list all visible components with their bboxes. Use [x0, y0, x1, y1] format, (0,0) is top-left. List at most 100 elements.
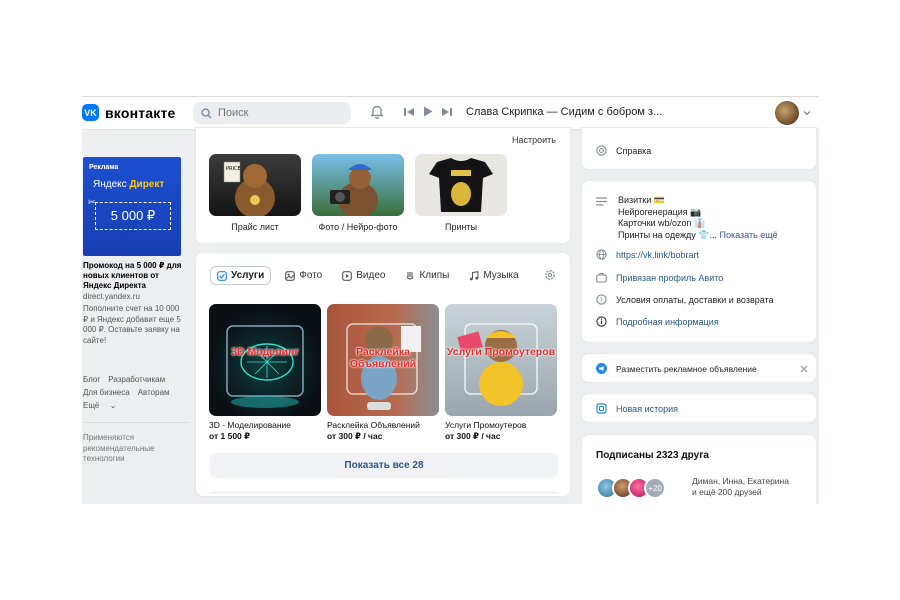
album-caption: Принты	[444, 222, 478, 232]
description-line: Визитки 💳	[618, 195, 665, 205]
footer-link-business[interactable]: Для бизнеса	[83, 388, 130, 397]
service-image: 3D Моделинг	[209, 304, 321, 416]
clip-icon	[407, 271, 414, 280]
next-icon[interactable]	[442, 107, 452, 117]
close-icon[interactable]	[800, 365, 808, 373]
new-story-label: Новая история	[616, 403, 679, 414]
service-price: от 300 ₽ / час	[327, 431, 383, 441]
service-item[interactable]: Расклейка Объявлений Расклейка Объявлени…	[327, 304, 439, 442]
story-icon	[596, 403, 607, 414]
footer-link-more[interactable]: Ещё ⌄	[83, 401, 116, 410]
service-overlay-text: Услуги Промоутеров	[446, 346, 556, 358]
service-image: Расклейка Объявлений	[327, 304, 439, 416]
search-input[interactable]	[218, 107, 348, 119]
video-icon	[342, 270, 353, 281]
ad-tag: Реклама	[89, 164, 119, 171]
tab-video[interactable]: Видео	[336, 267, 391, 284]
show-all-services-button[interactable]: Показать все 28	[210, 453, 558, 478]
vk-window: VK вконтакте Слава Скрипка — Сидим с боб…	[82, 96, 819, 504]
service-name: 3D - Моделирование	[209, 420, 292, 430]
left-sidebar: Реклама Яндекс Директ ✂ 5 000 ₽ Промокод…	[82, 130, 189, 504]
info-circle-icon	[596, 316, 607, 327]
tab-services[interactable]: Услуги	[210, 266, 272, 285]
album-caption: Фото / Нейро-фото	[318, 222, 398, 232]
place-ad-card[interactable]: Разместить рекламное объявление	[581, 353, 817, 383]
svg-text:PRICE: PRICE	[226, 166, 241, 172]
details-link[interactable]: Подробная информация	[596, 316, 719, 327]
play-icon[interactable]	[423, 106, 433, 117]
music-icon	[470, 270, 479, 280]
show-more-link[interactable]: Показать ещё	[720, 230, 778, 240]
service-name: Расклейка Объявлений	[327, 420, 420, 430]
tab-label: Видео	[356, 270, 386, 281]
description-line: Карточки wb/ozon 👔	[618, 218, 706, 228]
search-box[interactable]	[193, 102, 351, 124]
help-link[interactable]: Справка	[596, 145, 651, 156]
footer-link-blog[interactable]: Блог	[83, 375, 100, 384]
album-item[interactable]: Фото / Нейро-фото	[312, 154, 404, 232]
chevron-down-icon[interactable]	[803, 109, 811, 117]
content-tabs: Услуги Фото Видео Клипы Музыка	[210, 266, 525, 285]
vk-logo[interactable]: VK вконтакте	[82, 104, 176, 121]
details-label: Подробная информация	[616, 316, 719, 327]
bell-icon[interactable]	[370, 105, 384, 120]
info-card: Визитки 💳 Нейрогенерация 📷 Карточки wb/o…	[581, 180, 817, 343]
check-square-icon	[217, 270, 227, 281]
website-link[interactable]: https://vk.link/bobrart	[596, 249, 699, 260]
album-cover	[312, 154, 404, 216]
friends-title[interactable]: Подписаны 2323 друга	[596, 450, 709, 461]
divider	[210, 492, 558, 493]
vk-logo-icon: VK	[82, 104, 99, 121]
terms-link[interactable]: ? Условия оплаты, доставки и возврата	[596, 294, 774, 305]
tab-label: Услуги	[231, 270, 265, 281]
help-label: Справка	[616, 145, 652, 156]
question-circle-icon: ?	[596, 294, 607, 305]
service-item[interactable]: Услуги Промоутеров Услуги Промоутеров от…	[445, 304, 557, 442]
website-url: https://vk.link/bobrart	[616, 249, 700, 260]
service-item[interactable]: 3D Моделинг 3D - Моделирование от 1 500 …	[209, 304, 321, 442]
album-item[interactable]: Принты	[415, 154, 507, 232]
new-story-card[interactable]: Новая история	[581, 393, 817, 423]
tab-music[interactable]: Музыка	[463, 267, 524, 284]
album-cover	[415, 154, 507, 216]
service-price: от 300 ₽ / час	[445, 431, 501, 441]
now-playing-track[interactable]: Слава Скрипка — Сидим с бобром з...	[466, 106, 662, 118]
tab-photo[interactable]: Фото	[279, 267, 328, 284]
profile-description: Визитки 💳 Нейрогенерация 📷 Карточки wb/o…	[618, 195, 778, 241]
briefcase-icon	[596, 272, 607, 283]
album-item[interactable]: PRICE Прайс лист	[209, 154, 301, 232]
prev-icon[interactable]	[404, 107, 414, 117]
footer-link-developers[interactable]: Разработчикам	[108, 375, 165, 384]
terms-label: Условия оплаты, доставки и возврата	[616, 294, 774, 305]
friend-avatars[interactable]: +20	[596, 477, 666, 499]
service-overlay-text: Расклейка Объявлений	[349, 346, 417, 370]
audio-player-controls	[404, 106, 452, 117]
friends-names[interactable]: Диман, Инна, Екатерина и ещё 200 друзей	[692, 476, 789, 498]
album-caption: Прайс лист	[231, 222, 279, 232]
ad-brand: Яндекс Директ	[93, 179, 165, 190]
avito-link[interactable]: Привязан профиль Авито	[596, 272, 723, 283]
tab-clips[interactable]: Клипы	[399, 267, 455, 284]
place-ad-label: Разместить рекламное объявление	[616, 363, 757, 374]
footer-link-authors[interactable]: Авторам	[138, 388, 170, 397]
albums-card: Настроить PRICE Прайс лист Фото / Нейро-…	[195, 127, 571, 244]
ad-domain[interactable]: direct.yandex.ru	[83, 292, 140, 301]
new-story-row: Новая история	[596, 403, 678, 414]
friends-card: Подписаны 2323 друга +20 Диман, Инна, Ек…	[581, 434, 817, 504]
service-overlay-text: 3D Моделинг	[231, 346, 299, 358]
ad-description[interactable]: Пополните счет на 10 000 ₽ и Яндекс доба…	[83, 304, 183, 346]
ad-title[interactable]: Промокод на 5 000 ₽ для новых клиентов о…	[83, 261, 183, 291]
svg-text:?: ?	[600, 296, 603, 304]
logo-text: вконтакте	[105, 104, 176, 121]
gear-icon[interactable]	[544, 269, 556, 281]
albums-settings-link[interactable]: Настроить	[512, 135, 556, 145]
help-card: Справка	[581, 127, 817, 170]
help-circle-icon	[596, 145, 607, 156]
tab-label: Музыка	[483, 270, 519, 281]
friends-count-line: и ещё 200 друзей	[692, 487, 762, 497]
user-avatar[interactable]	[775, 101, 799, 125]
megaphone-icon	[596, 363, 607, 374]
ad-banner-image[interactable]: Реклама Яндекс Директ ✂ 5 000 ₽	[83, 157, 181, 256]
service-price: от 1 500 ₽	[209, 431, 251, 441]
recommendation-notice[interactable]: Применяются рекомендательные технологии	[83, 433, 187, 465]
